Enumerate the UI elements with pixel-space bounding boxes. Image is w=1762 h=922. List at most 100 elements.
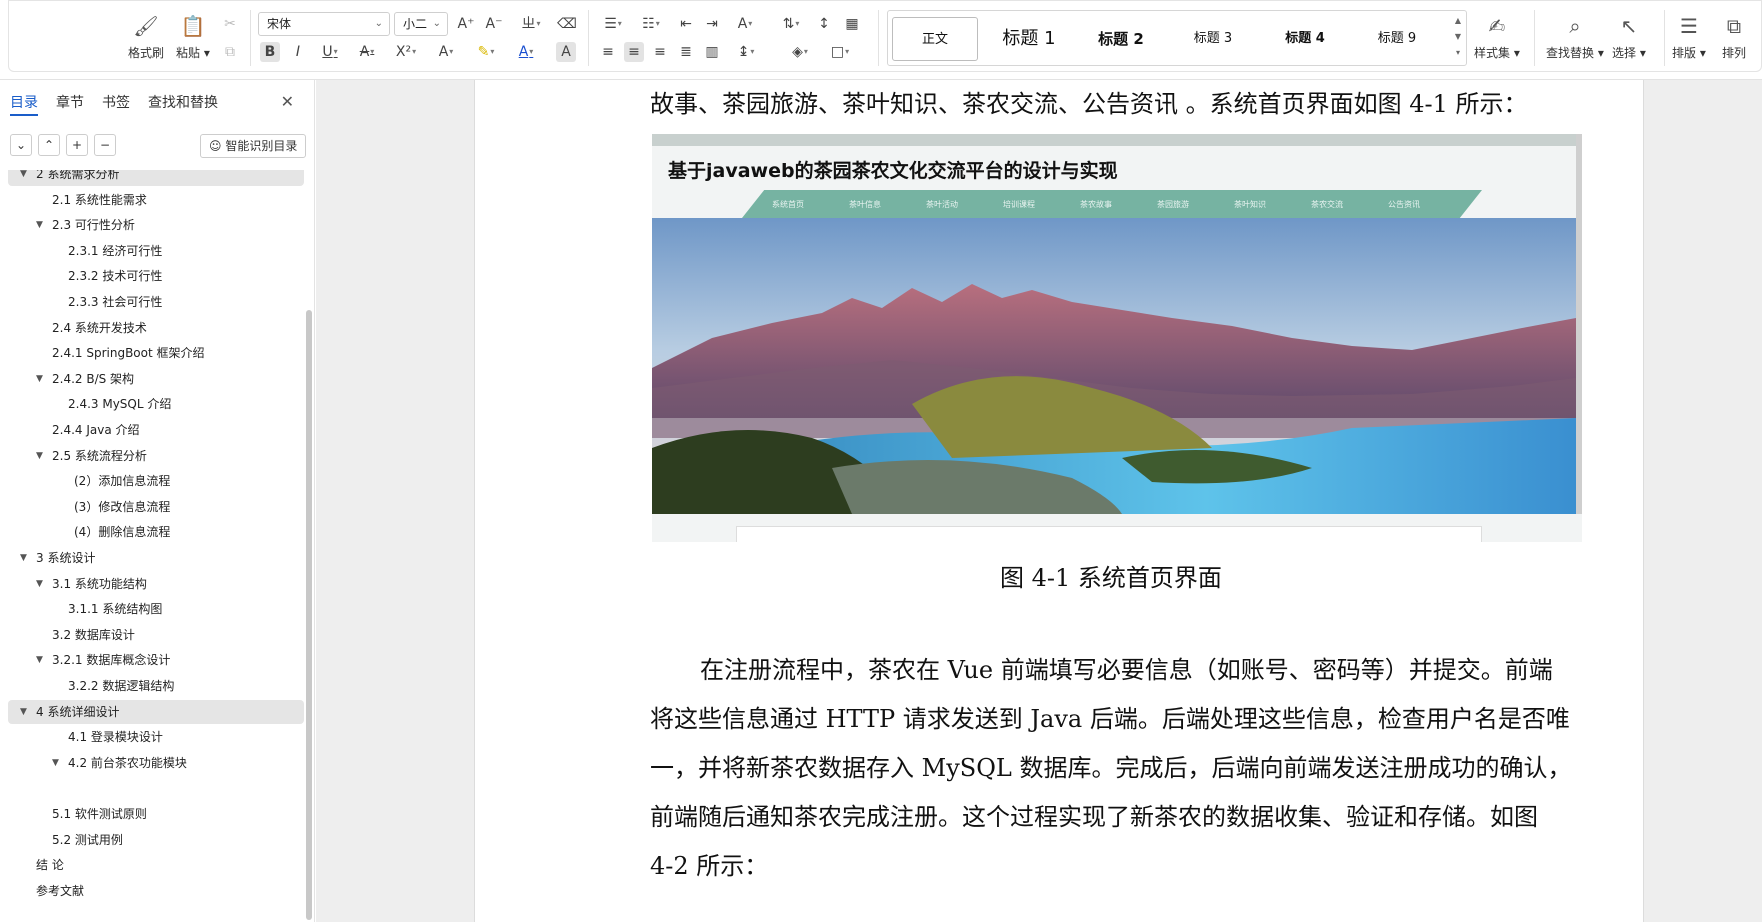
toc-item[interactable]: 3.2 数据库设计 — [8, 623, 304, 647]
tab-find-replace[interactable]: 查找和替换 — [148, 92, 218, 116]
style-normal[interactable]: 正文 — [892, 17, 978, 61]
nav-scrollbar[interactable] — [306, 310, 312, 920]
add-icon[interactable]: + — [66, 134, 88, 156]
toc-item[interactable]: (4）删除信息流程 — [8, 520, 304, 544]
text-direction-icon[interactable]: A▾ — [730, 14, 760, 34]
show-marks-icon[interactable]: ▦ — [842, 14, 862, 34]
expand-triangle-icon[interactable]: ▼ — [20, 546, 27, 570]
toc-item[interactable]: ▼ 2.4.2 B/S 架构 — [8, 367, 304, 391]
highlight-icon[interactable]: ✎▾ — [470, 42, 502, 62]
char-shading-icon[interactable]: A — [556, 42, 576, 62]
toc-item[interactable]: ▼ 4 系统详细设计 — [8, 699, 304, 724]
border-icon[interactable]: □▾ — [824, 42, 856, 62]
layout-button[interactable]: ☰ 排版 ▾ — [1672, 12, 1706, 61]
toc-item[interactable]: ▼ 4.2 前台茶农功能模块 — [8, 751, 304, 775]
toc-item[interactable]: 5.2 测试用例 — [8, 828, 304, 852]
toc-item[interactable]: 2.3.1 经济可行性 — [8, 239, 304, 263]
toc-item[interactable]: (2）添加信息流程 — [8, 469, 304, 493]
align-right-icon[interactable]: ≡ — [650, 42, 670, 62]
style-heading-3[interactable]: 标题 3 — [1170, 17, 1256, 61]
decrease-indent-icon[interactable]: ⇤ — [676, 14, 696, 34]
toc-item[interactable] — [8, 776, 304, 800]
toc-item[interactable]: ▼ 3.2.1 数据库概念设计 — [8, 648, 304, 672]
az-sort-icon[interactable]: ↕ — [814, 14, 834, 34]
toc-item-label: 2.4.3 MySQL 介绍 — [68, 397, 172, 412]
expand-triangle-icon[interactable]: ▼ — [20, 700, 27, 724]
expand-up-icon[interactable]: ⌃ — [38, 134, 60, 156]
superscript-icon[interactable]: X²▾ — [390, 42, 422, 62]
toc-item[interactable]: (3）修改信息流程 — [8, 495, 304, 519]
decrease-font-icon[interactable]: A⁻ — [484, 14, 504, 34]
tab-chapters[interactable]: 章节 — [56, 92, 84, 116]
increase-indent-icon[interactable]: ⇥ — [702, 14, 722, 34]
phonetic-icon[interactable]: ㄓ▾ — [512, 14, 550, 34]
tab-bookmarks[interactable]: 书签 — [102, 92, 130, 116]
numbered-list-icon[interactable]: ☷▾ — [636, 14, 666, 34]
toc-item[interactable]: 2.3.3 社会可行性 — [8, 290, 304, 314]
expand-triangle-icon[interactable]: ▼ — [36, 572, 43, 596]
style-set-button[interactable]: ✍ 样式集 ▾ — [1474, 12, 1520, 61]
collapse-icon[interactable]: ⌄ — [10, 134, 32, 156]
toc-item[interactable]: 5.1 软件测试原则 — [8, 802, 304, 826]
expand-triangle-icon[interactable]: ▼ — [36, 444, 43, 468]
expand-triangle-icon[interactable]: ▼ — [36, 213, 43, 237]
strikethrough-icon[interactable]: A▾ — [352, 42, 382, 62]
style-heading-4[interactable]: 标题 4 — [1262, 17, 1348, 61]
clear-format-icon[interactable]: ⌫ — [556, 14, 578, 34]
bold-icon[interactable]: B — [260, 42, 280, 62]
arrange-button[interactable]: ⧉ 排列 — [1720, 12, 1748, 61]
toc-item[interactable]: 3.2.2 数据逻辑结构 — [8, 674, 304, 698]
toc-item[interactable]: 参考文献 — [8, 879, 304, 903]
find-replace-button[interactable]: ⌕ 查找替换 ▾ — [1546, 12, 1604, 61]
font-name-select[interactable]: 宋体 ⌄ — [258, 12, 390, 36]
expand-triangle-icon[interactable]: ▼ — [36, 648, 43, 672]
distribute-icon[interactable]: ▥ — [702, 42, 722, 62]
italic-icon[interactable]: I — [288, 42, 308, 62]
justify-icon[interactable]: ≣ — [676, 42, 696, 62]
toc-item[interactable]: ▼ 2.5 系统流程分析 — [8, 444, 304, 468]
font-size-select[interactable]: 小二 ⌄ — [394, 12, 448, 36]
expand-triangle-icon[interactable]: ▼ — [20, 170, 27, 186]
bullet-list-icon[interactable]: ☰▾ — [598, 14, 628, 34]
align-center-icon[interactable]: ≡ — [624, 42, 644, 62]
format-painter-button[interactable]: 🖌 格式刷 — [128, 12, 164, 61]
toc-item[interactable]: 2.4 系统开发技术 — [8, 316, 304, 340]
expand-triangle-icon[interactable]: ▼ — [52, 751, 59, 775]
smart-toc-button[interactable]: ☺ 智能识别目录 — [200, 134, 307, 158]
toc-item[interactable]: ▼ 3.1 系统功能结构 — [8, 572, 304, 596]
select-button[interactable]: ↖ 选择 ▾ — [1612, 12, 1646, 61]
toc-item[interactable]: 4.1 登录模块设计 — [8, 725, 304, 749]
toc-item[interactable]: 2.4.4 Java 介绍 — [8, 418, 304, 442]
line-spacing-icon[interactable]: ↨▾ — [730, 42, 762, 62]
text-effect-icon[interactable]: A▾ — [430, 42, 462, 62]
toc-item[interactable]: 3.1.1 系统结构图 — [8, 597, 304, 621]
toc-item[interactable]: 2.3.2 技术可行性 — [8, 264, 304, 288]
underline-icon[interactable]: U▾ — [316, 42, 344, 62]
figure-nav-item: 培训课程 — [1003, 200, 1035, 209]
font-color-icon[interactable]: A▾ — [510, 42, 542, 62]
expand-triangle-icon[interactable]: ▼ — [36, 367, 43, 391]
toc-item[interactable]: 2.4.1 SpringBoot 框架介绍 — [8, 341, 304, 365]
copy-icon[interactable]: ⧉ — [220, 42, 240, 62]
sort-icon[interactable]: ⇅▾ — [776, 14, 806, 34]
nav-toolbar: ⌄ ⌃ + − — [10, 134, 122, 156]
cut-icon[interactable]: ✂ — [220, 14, 240, 34]
align-left-icon[interactable]: ≡ — [598, 42, 618, 62]
figure-nav-item: 系统首页 — [772, 200, 804, 209]
close-icon[interactable]: ✕ — [281, 92, 294, 111]
style-scroll-arrows[interactable]: ▲ ▼ ▾ — [1452, 13, 1464, 63]
toc-item[interactable]: ▼ 3 系统设计 — [8, 546, 304, 570]
shading-icon[interactable]: ◈▾ — [784, 42, 816, 62]
toc-item[interactable]: 2.1 系统性能需求 — [8, 188, 304, 212]
remove-icon[interactable]: − — [94, 134, 116, 156]
toc-item[interactable]: ▼ 2 系统需求分析 — [8, 170, 304, 186]
increase-font-icon[interactable]: A⁺ — [456, 14, 476, 34]
paste-button[interactable]: 📋 粘贴 ▾ — [176, 12, 210, 61]
tab-toc[interactable]: 目录 — [10, 92, 38, 116]
toc-item[interactable]: 结 论 — [8, 853, 304, 877]
style-heading-1[interactable]: 标题 1 — [986, 17, 1072, 61]
style-heading-2[interactable]: 标题 2 — [1078, 17, 1164, 61]
style-heading-9[interactable]: 标题 9 — [1354, 17, 1440, 61]
toc-item[interactable]: ▼ 2.3 可行性分析 — [8, 213, 304, 237]
toc-item[interactable]: 2.4.3 MySQL 介绍 — [8, 392, 304, 416]
